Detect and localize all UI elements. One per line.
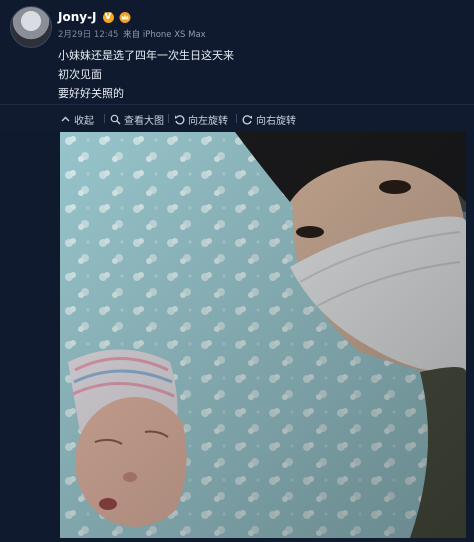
magnify-icon (110, 114, 121, 125)
user-name[interactable]: Jony-J (58, 10, 97, 24)
user-row: Jony-J V (58, 8, 132, 26)
crown-icon (119, 12, 131, 23)
avatar[interactable] (10, 6, 52, 48)
post-photo[interactable] (60, 132, 466, 538)
post-meta: 2月29日 12:45 来自 iPhone XS Max (58, 28, 206, 40)
photo-image (60, 132, 466, 538)
rotate-left-label: 向左旋转 (188, 116, 228, 127)
post-source: 来自 iPhone XS Max (123, 30, 206, 40)
toolbar-divider (104, 114, 105, 123)
post-text-line: 要好好关照的 (58, 87, 124, 100)
verified-badge-icon: V (102, 11, 114, 23)
weibo-post: Jony-J V 2月29日 12:45 来自 iPhone XS Max 小妹… (0, 0, 474, 542)
rotate-right-label: 向右旋转 (256, 116, 296, 127)
toolbar-divider (168, 114, 169, 123)
view-large-label: 查看大图 (124, 116, 164, 127)
post-text: 小妹妹还是选了四年一次生日这天来 初次见面 要好好关照的 (58, 46, 234, 103)
collapse-button[interactable]: 收起 (60, 112, 94, 127)
collapse-label: 收起 (74, 116, 94, 127)
rotate-right-icon (242, 115, 252, 125)
post-text-line: 小妹妹还是选了四年一次生日这天来 (58, 49, 234, 62)
rotate-right-button[interactable]: 向右旋转 (242, 112, 296, 127)
image-toolbar: 收起 查看大图 向左旋转 向右旋转 (0, 104, 474, 131)
toolbar-divider (236, 114, 237, 123)
view-large-button[interactable]: 查看大图 (110, 112, 164, 127)
collapse-icon (61, 116, 70, 122)
post-text-line: 初次见面 (58, 68, 102, 81)
post-date[interactable]: 2月29日 12:45 (58, 30, 118, 40)
rotate-left-button[interactable]: 向左旋转 (174, 112, 228, 127)
rotate-left-icon (175, 115, 185, 125)
